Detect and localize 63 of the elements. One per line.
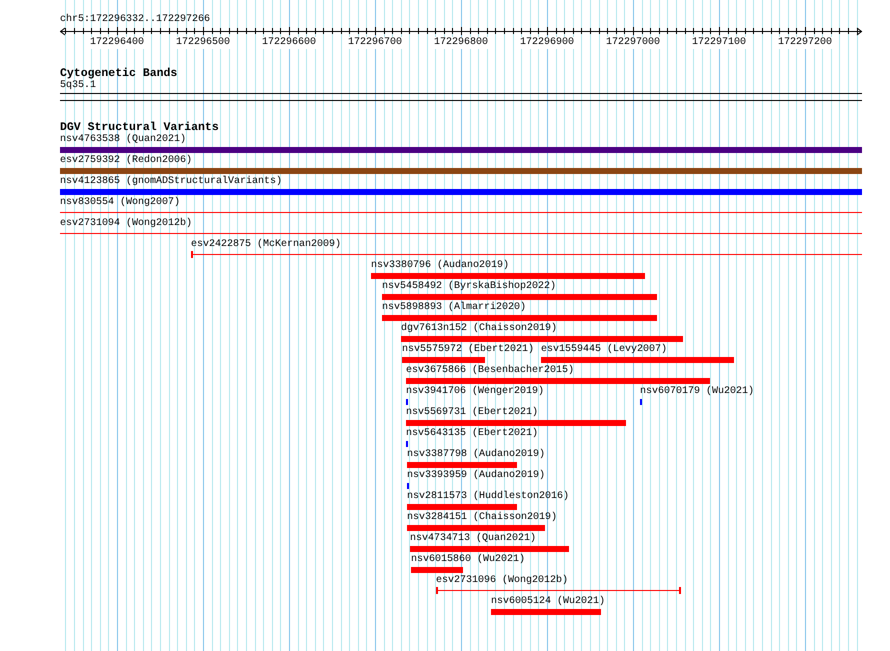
variant-mark[interactable]	[640, 399, 642, 405]
tick-label: 172296500	[176, 37, 230, 49]
tick-label: 172296900	[520, 37, 574, 49]
variant-label: nsv6005124 (Wu2021)	[491, 596, 606, 608]
tick-label: 172296700	[348, 37, 402, 49]
variant-label: nsv3393959 (Audano2019)	[407, 470, 546, 482]
variant-label: nsv5643135 (Ebert2021)	[406, 428, 538, 440]
variant-bar[interactable]	[406, 420, 626, 426]
variant-bar[interactable]	[407, 462, 517, 468]
tick-label: 172296400	[90, 37, 144, 49]
variant-label: esv3675866 (Besenbacher2015)	[406, 365, 574, 377]
variant-label: nsv3387798 (Audano2019)	[407, 449, 546, 461]
variant-label: nsv5898893 (Almarri2020)	[382, 302, 526, 314]
variant-label: nsv6015860 (Wu2021)	[411, 554, 526, 566]
track-title: Cytogenetic Bands	[60, 67, 178, 80]
variant-mark[interactable]	[406, 399, 408, 405]
variant-bar[interactable]	[60, 147, 862, 153]
tick-label: 172297100	[692, 37, 746, 49]
variant-label: esv2731096 (Wong2012b)	[436, 575, 568, 587]
variant-range[interactable]	[191, 251, 862, 258]
variant-bar[interactable]	[411, 567, 463, 573]
variant-line[interactable]	[60, 212, 862, 213]
variant-bar[interactable]	[410, 546, 569, 552]
variant-range[interactable]	[436, 587, 681, 594]
variant-bar[interactable]	[382, 294, 657, 300]
tick-label: 172296800	[434, 37, 488, 49]
variant-label: esv2759392 (Redon2006)	[60, 155, 192, 167]
variant-label: esv2731094 (Wong2012b)	[60, 218, 192, 230]
variant-bar[interactable]	[371, 273, 645, 279]
variant-bar[interactable]	[406, 378, 710, 384]
variant-bar[interactable]	[401, 336, 683, 342]
variant-bar[interactable]	[541, 357, 734, 363]
variant-bar[interactable]	[402, 357, 485, 363]
variant-label: esv1559445 (Levy2007)	[541, 344, 668, 356]
variant-bar[interactable]	[491, 609, 601, 615]
variant-bar[interactable]	[407, 504, 517, 510]
variant-label: nsv3380796 (Audano2019)	[371, 260, 510, 272]
variant-bar[interactable]	[407, 525, 545, 531]
location-label: chr5:172296332..172297266	[60, 14, 210, 26]
variant-bar[interactable]	[60, 189, 862, 195]
variant-label: nsv3941706 (Wenger2019)	[406, 386, 544, 398]
band-label: 5q35.1	[60, 80, 98, 92]
variant-label: nsv830554 (Wong2007)	[60, 197, 180, 209]
variant-bar[interactable]	[382, 315, 657, 321]
tick-label: 172297200	[778, 37, 832, 49]
variant-label: nsv4123865 (gnomADStructuralVariants)	[60, 176, 282, 188]
variant-label: nsv5575972 (Ebert2021)	[402, 344, 534, 356]
variant-mark[interactable]	[406, 441, 408, 447]
variant-label: nsv5569731 (Ebert2021)	[406, 407, 538, 419]
variant-label: nsv5458492 (ByrskaBishop2022)	[382, 281, 556, 293]
track-title: DGV Structural Variants	[60, 121, 219, 134]
variant-label: esv2422875 (McKernan2009)	[191, 239, 342, 251]
variant-mark[interactable]	[407, 483, 409, 489]
variant-label: nsv6070179 (Wu2021)	[640, 386, 754, 398]
variant-label: nsv2811573 (Huddleston2016)	[407, 491, 570, 503]
variant-label: dgv7613n152 (Chaisson2019)	[401, 323, 558, 335]
variant-label: nsv4734713 (Quan2021)	[410, 533, 536, 545]
variant-bar[interactable]	[60, 168, 862, 174]
variant-label: nsv4763538 (Quan2021)	[60, 134, 186, 146]
tick-label: 172296600	[262, 37, 316, 49]
variant-line[interactable]	[60, 233, 862, 234]
variant-label: nsv3284151 (Chaisson2019)	[407, 512, 558, 524]
tick-label: 172297000	[606, 37, 660, 49]
